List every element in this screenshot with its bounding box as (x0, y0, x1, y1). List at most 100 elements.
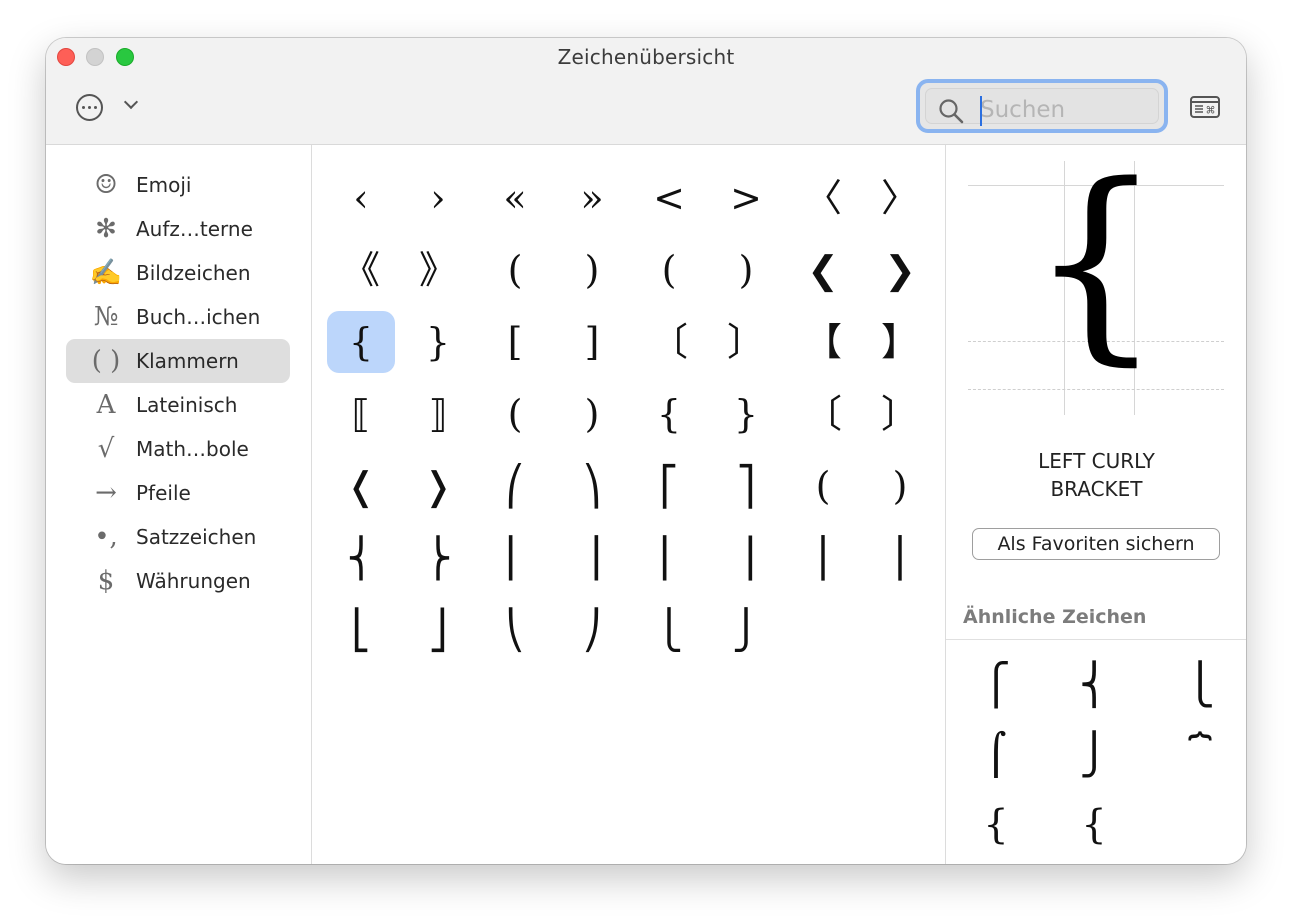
sidebar-item-label: Lateinisch (136, 393, 238, 417)
character-cell[interactable]: ❮ (789, 239, 857, 301)
parentheses-icon: ( ) (91, 346, 121, 376)
character-cell[interactable]: 〉 (866, 167, 934, 229)
character-cell[interactable]: ⎛ (481, 455, 549, 517)
asterisk-icon: ✻ (95, 214, 117, 244)
character-cell[interactable]: ‹ (327, 167, 395, 229)
ellipsis-circle-icon[interactable] (76, 94, 103, 121)
character-cell[interactable]: } (404, 311, 472, 373)
character-cell[interactable]: 【 (789, 311, 857, 373)
character-cell[interactable]: ⎟ (558, 527, 626, 589)
character-cell[interactable]: 〈 (789, 167, 857, 229)
sidebar-item-label: Emoji (136, 173, 192, 197)
sidebar-item-label: Math…bole (136, 437, 249, 461)
character-cell[interactable]: 〔 (635, 311, 703, 373)
character-cell[interactable]: ) (866, 455, 934, 517)
character-cell[interactable]: 】 (866, 311, 934, 373)
sidebar-item-label: Pfeile (136, 481, 191, 505)
character-cell[interactable]: ⎪ (866, 527, 934, 589)
character-cell[interactable]: 〕 (712, 311, 780, 373)
divider (946, 639, 1246, 640)
similar-character-cell[interactable]: ⎧ (966, 655, 1026, 715)
character-cell[interactable]: ⎩ (635, 599, 703, 661)
character-cell[interactable]: ⎬ (404, 527, 472, 589)
detail-panel: { LEFT CURLY BRACKET Als Favoriten siche… (945, 145, 1246, 864)
character-cell[interactable]: 〔 (789, 383, 857, 445)
character-cell[interactable]: ) (712, 239, 780, 301)
character-cell[interactable]: ❯ (866, 239, 934, 301)
character-cell[interactable]: ⟧ (404, 383, 472, 445)
character-cell[interactable]: ⎨ (327, 527, 395, 589)
character-cell[interactable]: ⎣ (327, 599, 395, 661)
character-cell[interactable]: > (712, 167, 780, 229)
sidebar-item-label: Klammern (136, 349, 239, 373)
similar-character-cell[interactable]: ⏞ (1170, 725, 1230, 785)
character-cell[interactable]: ] (558, 311, 626, 373)
character-cell[interactable]: { (327, 311, 395, 373)
character-cell[interactable]: [ (481, 311, 549, 373)
title-bar: Zeichenübersicht ⌘ (46, 38, 1246, 145)
similar-character-cell[interactable]: ⎭ (1064, 725, 1124, 785)
character-cell[interactable]: ) (558, 239, 626, 301)
character-cell[interactable]: ( (789, 455, 857, 517)
character-cell[interactable]: ⎜ (481, 527, 549, 589)
sidebar-item-arrows[interactable]: → Pfeile (66, 471, 290, 515)
sidebar-item-latin[interactable]: A Lateinisch (66, 383, 290, 427)
numero-sign-icon: № (93, 302, 119, 332)
keyboard-window-icon[interactable]: ⌘ (1190, 96, 1220, 118)
sidebar-item-emoji[interactable]: ☺ Emoji (66, 163, 290, 207)
character-cell[interactable]: ( (481, 383, 549, 445)
character-cell[interactable]: ⎥ (712, 527, 780, 589)
character-cell[interactable]: ( (635, 239, 703, 301)
character-grid: ‹ › «» < > 〈〉《》()() ❮ ❯{}[] 〔〕【】 ⟦ ⟧(){} 〔〕 ❬ ❭ ⎛ ⎞ ⎡ ⎤()… (312, 145, 944, 864)
sidebar-item-label: Währungen (136, 569, 251, 593)
sidebar-item-pictographs[interactable]: ✍ Bildzeichen (66, 251, 290, 295)
sidebar-item-math-symbols[interactable]: √ Math…bole (66, 427, 290, 471)
add-to-favorites-button[interactable]: Als Favoriten sichern (972, 528, 1220, 560)
sidebar-item-letterlike-symbols[interactable]: № Buch…ichen (66, 295, 290, 339)
character-cell[interactable]: < (635, 167, 703, 229)
character-cell[interactable]: » (558, 167, 626, 229)
right-arrow-icon: → (95, 478, 117, 508)
character-cell[interactable]: ⎦ (404, 599, 472, 661)
character-cell[interactable]: 〕 (866, 383, 934, 445)
search-input[interactable] (976, 93, 1160, 127)
character-cell[interactable]: ⎢ (635, 527, 703, 589)
character-cell[interactable]: ❬ (327, 455, 395, 517)
character-cell[interactable]: ⎞ (558, 455, 626, 517)
character-cell[interactable]: ⟦ (327, 383, 395, 445)
chevron-down-icon[interactable] (123, 94, 139, 110)
character-cell[interactable]: ⎤ (712, 455, 780, 517)
similar-characters-header: Ähnliche Zeichen (963, 606, 1147, 628)
character-cell[interactable]: } (712, 383, 780, 445)
character-cell[interactable]: ⎝ (481, 599, 549, 661)
character-cell[interactable]: ⎭ (712, 599, 780, 661)
similar-character-cell[interactable]: ⎩ (1170, 655, 1230, 715)
character-cell[interactable]: 》 (404, 239, 472, 301)
sidebar-item-currency[interactable]: $ Währungen (66, 559, 290, 603)
character-cell[interactable]: 《 (327, 239, 395, 301)
similar-character-cell[interactable]: ⎨ (1064, 655, 1124, 715)
similar-character-cell[interactable]: { (1064, 795, 1124, 855)
sidebar-item-punctuation[interactable]: •, Satzzeichen (66, 515, 290, 559)
character-cell[interactable]: ⎡ (635, 455, 703, 517)
search-box[interactable] (925, 88, 1160, 127)
dollar-icon: $ (97, 566, 115, 596)
sidebar-item-brackets[interactable]: ( ) Klammern (66, 339, 290, 383)
character-cell[interactable]: ( (481, 239, 549, 301)
square-root-icon: √ (97, 434, 115, 464)
similar-character-cell[interactable]: ⌠ (966, 725, 1026, 785)
character-cell[interactable]: ⎪ (789, 527, 857, 589)
character-cell[interactable]: ❭ (404, 455, 472, 517)
sidebar-item-label: Buch…ichen (136, 305, 261, 329)
sidebar-item-label: Aufz…terne (136, 217, 253, 241)
character-viewer-window: Zeichenübersicht ⌘ ☺ Emoji ✻ Aufz…terne ✍ Bil… (46, 38, 1246, 864)
search-field[interactable] (916, 79, 1168, 133)
character-cell[interactable]: { (635, 383, 703, 445)
similar-character-cell[interactable]: { (966, 795, 1026, 855)
character-cell[interactable]: ⎠ (558, 599, 626, 661)
character-cell[interactable]: « (481, 167, 549, 229)
character-cell[interactable]: ) (558, 383, 626, 445)
character-cell[interactable]: › (404, 167, 472, 229)
smiley-icon: ☺ (94, 170, 118, 200)
sidebar-item-pictograms-stars[interactable]: ✻ Aufz…terne (66, 207, 290, 251)
